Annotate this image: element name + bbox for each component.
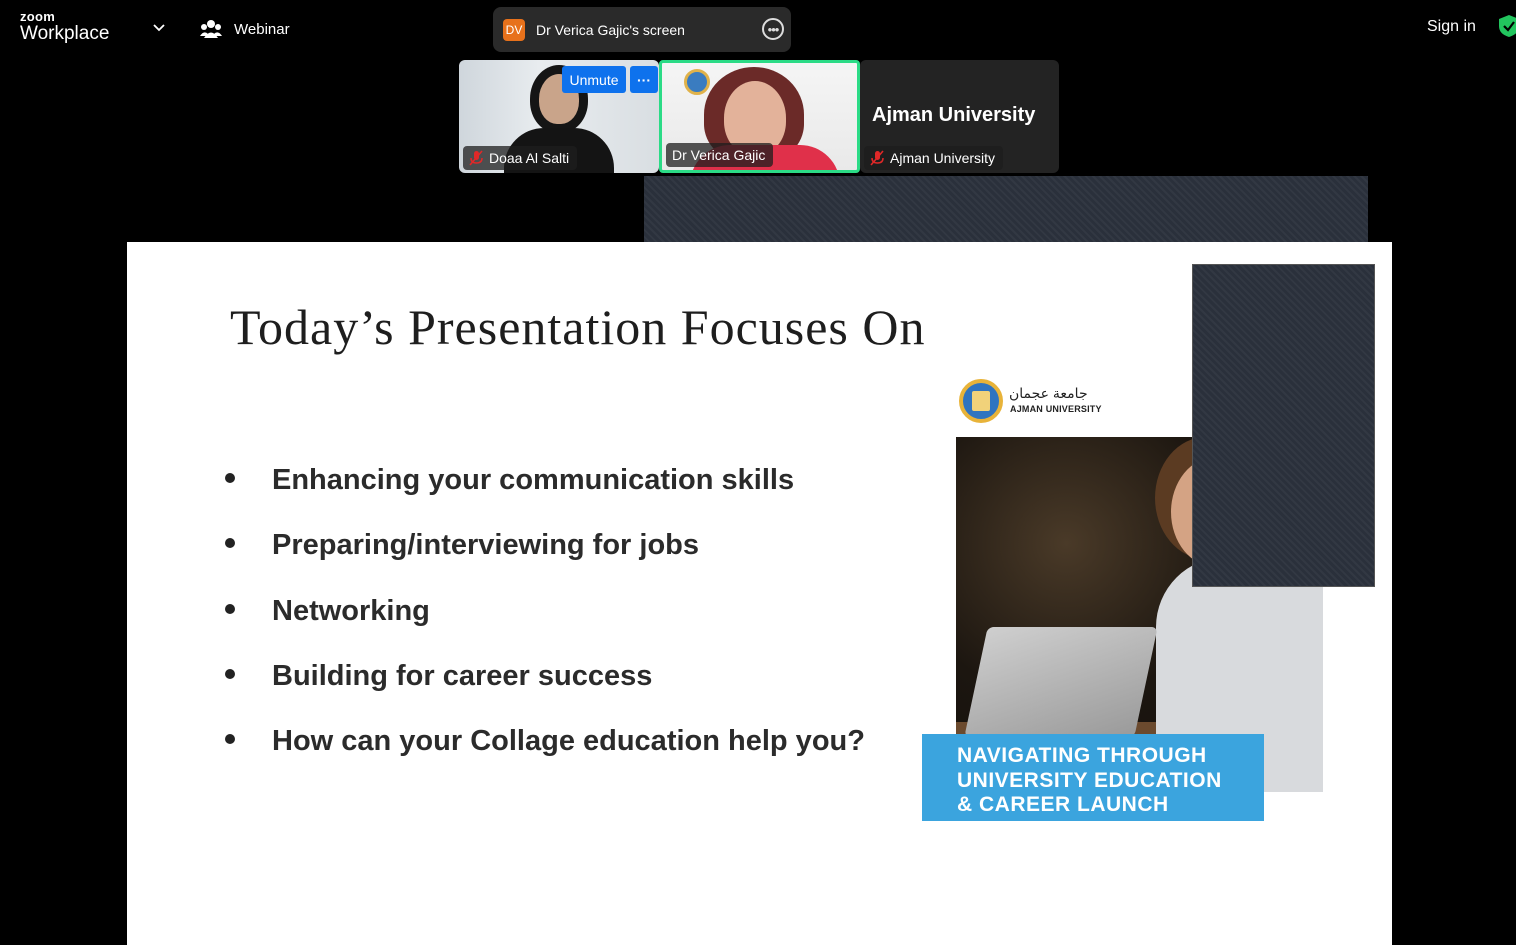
bullet-dot xyxy=(225,473,235,483)
unmute-button[interactable]: Unmute xyxy=(562,66,626,93)
chevron-down-icon[interactable] xyxy=(152,20,166,34)
slide-bullet: Networking xyxy=(222,593,865,658)
obscured-region xyxy=(644,176,1368,245)
ajman-university-logo xyxy=(959,379,1003,423)
logo-arabic-text: جامعة عجمان xyxy=(1009,385,1088,401)
shared-screen-indicator[interactable]: DV Dr Verica Gajic's screen ••• xyxy=(493,7,791,52)
slide-bullet-text: Preparing/interviewing for jobs xyxy=(272,529,700,562)
bullet-dot xyxy=(225,734,235,745)
slide-bullet: Enhancing your communication skills xyxy=(222,462,865,527)
banner-line: UNIVERSITY EDUCATION xyxy=(957,768,1222,792)
banner-line: & CAREER LAUNCH xyxy=(957,793,1169,816)
slide-title: Today’s Presentation Focuses On xyxy=(230,299,926,355)
mic-off-icon xyxy=(870,150,884,166)
slide-bullet: Preparing/interviewing for jobs xyxy=(222,527,865,592)
more-options-icon[interactable]: ••• xyxy=(762,18,784,40)
obscured-region xyxy=(1192,264,1375,587)
slide-banner: NAVIGATING THROUGH UNIVERSITY EDUCATION … xyxy=(922,734,1264,821)
webinar-label: Webinar xyxy=(234,20,290,38)
ajman-university-logo-small xyxy=(684,69,710,95)
participant-name-chip: Doaa Al Salti xyxy=(463,146,578,170)
slide-bullet-text: How can your Collage education help you? xyxy=(272,725,865,758)
participant-tile-ajman[interactable]: Ajman University Ajman University xyxy=(860,60,1059,173)
bullet-dot xyxy=(225,538,235,549)
sign-in-link[interactable]: Sign in xyxy=(1427,18,1476,36)
participant-name: Ajman University xyxy=(890,150,996,166)
banner-line: NAVIGATING THROUGH xyxy=(957,744,1207,767)
bullet-dot xyxy=(225,603,235,614)
bullet-dot xyxy=(225,668,235,679)
zoom-workplace-logo: zoom Workplace xyxy=(20,10,109,43)
participant-display-name: Ajman University xyxy=(872,104,1036,126)
top-bar: zoom Workplace Webinar DV Dr Verica Gaji… xyxy=(0,0,1516,56)
shared-screen-label: Dr Verica Gajic's screen xyxy=(536,21,685,38)
participant-name-chip: Ajman University xyxy=(864,146,1004,170)
photo-laptop xyxy=(964,627,1158,737)
logo-workplace-text: Workplace xyxy=(20,23,110,44)
shield-check-icon[interactable] xyxy=(1498,14,1516,38)
participant-tile-doaa[interactable]: Doaa Al Salti xyxy=(459,60,659,173)
participant-name-chip: Dr Verica Gajic xyxy=(666,143,774,167)
slide-bullet-text: Enhancing your communication skills xyxy=(272,464,795,496)
slide-bullet-text: Building for career success xyxy=(272,659,653,692)
slide-bullet: How can your Collage education help you? xyxy=(222,723,865,788)
participant-more-button[interactable]: ··· xyxy=(630,66,658,93)
participant-name: Doaa Al Salti xyxy=(489,150,570,166)
webinar-menu[interactable]: Webinar xyxy=(200,18,290,40)
slide-bullet-text: Networking xyxy=(272,594,430,627)
participant-tile-verica[interactable]: Dr Verica Gajic xyxy=(659,60,860,173)
presenter-avatar: DV xyxy=(503,18,525,41)
logo-zoom-text: zoom xyxy=(20,9,56,24)
logo-english-text: AJMAN UNIVERSITY xyxy=(1010,404,1102,414)
slide-bullet: Building for career success xyxy=(222,658,865,723)
mic-off-icon xyxy=(469,150,483,166)
people-icon xyxy=(200,20,222,38)
participant-name: Dr Verica Gajic xyxy=(672,147,766,163)
slide-bullet-list: Enhancing your communication skills Prep… xyxy=(222,462,865,788)
